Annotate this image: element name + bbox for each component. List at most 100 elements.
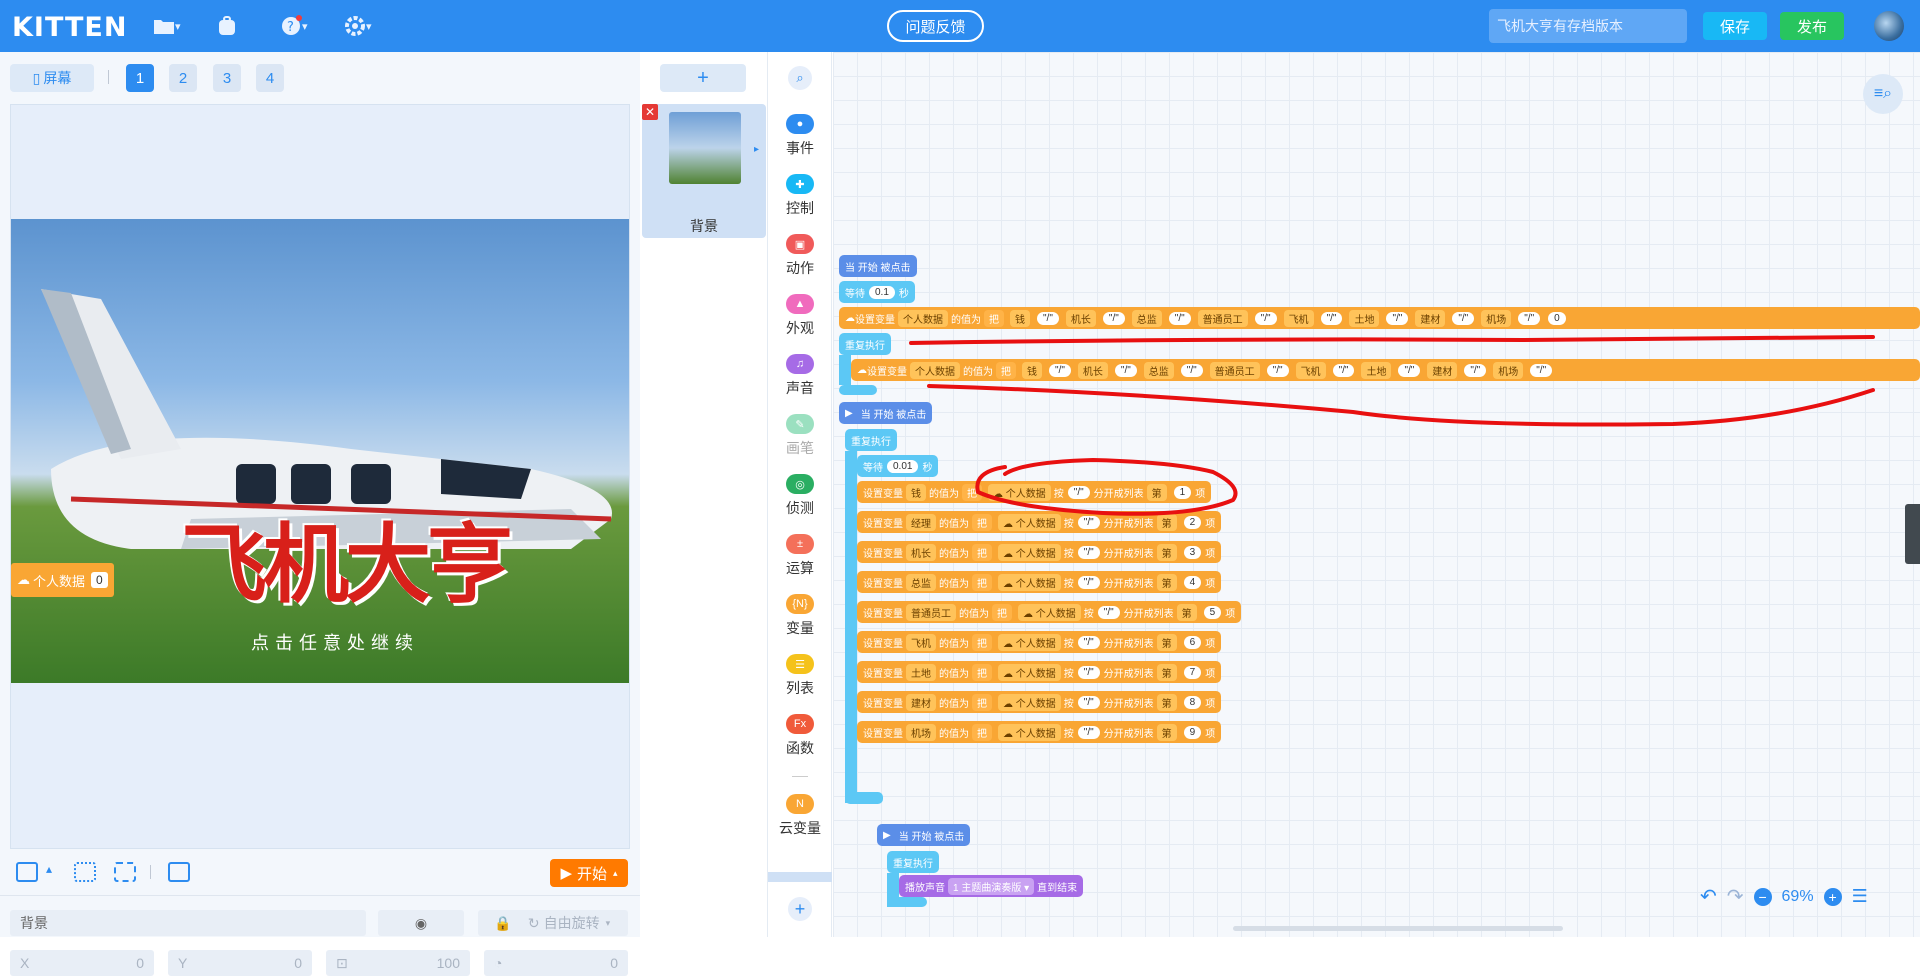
category-variables[interactable]: {N} 变量 [768, 594, 832, 648]
list-item-block[interactable]: 把 [972, 573, 992, 591]
variable-dropdown[interactable]: 个人数据 [910, 361, 960, 379]
join-item[interactable]: "/" [1114, 363, 1137, 377]
index-dropdown[interactable]: 第 [1156, 513, 1177, 531]
list-item-block[interactable]: 把 [972, 543, 992, 561]
category-operators[interactable]: ± 运算 [768, 534, 832, 588]
separator-value[interactable]: "/" [1077, 545, 1100, 559]
data-variable-reporter[interactable]: ☁ 个人数据 [998, 513, 1061, 531]
separator-value[interactable]: "/" [1077, 575, 1100, 589]
index-dropdown[interactable]: 第 [1146, 483, 1167, 501]
separator-value[interactable]: "/" [1097, 605, 1120, 619]
zoom-out-button[interactable]: − [1753, 887, 1772, 906]
index-dropdown[interactable]: 第 [1156, 693, 1177, 711]
set-variable-split-block[interactable]: 设置变量 土地 的值为把 ☁ 个人数据按 "/" 分开成列表第 7 项 [857, 661, 1222, 683]
undo-icon[interactable]: ↶ [1700, 884, 1717, 909]
sprite-card[interactable]: ✕ ▸ 背景 [642, 104, 766, 238]
grid-icon[interactable] [74, 862, 96, 882]
variable-dropdown[interactable]: 飞机 [906, 633, 936, 651]
sprite-name-field[interactable]: 背景 [10, 910, 366, 936]
variable-monitor[interactable]: ☁ 个人数据 0 [11, 563, 114, 597]
user-avatar[interactable] [1874, 11, 1904, 41]
add-extension-button[interactable]: + [788, 897, 812, 921]
set-variable-split-block[interactable]: 设置变量 总监 的值为把 ☁ 个人数据按 "/" 分开成列表第 4 项 [857, 571, 1222, 593]
data-variable-reporter[interactable]: ☁ 个人数据 [998, 633, 1061, 651]
separator-value[interactable]: "/" [1077, 515, 1100, 529]
join-item[interactable]: 机长 [1065, 309, 1096, 327]
settings-gear-icon[interactable]: ▾ [344, 14, 378, 38]
set-variable-split-block[interactable]: 设置变量钱的值为把 ☁ 个人数据按 "/" 分开成列表第 1 项 [857, 481, 1212, 503]
list-item-block[interactable]: 把 [992, 603, 1012, 621]
list-item-block[interactable]: 把 [962, 483, 982, 501]
join-item[interactable]: "/" [1452, 311, 1475, 325]
join-item[interactable]: 飞机 [1283, 309, 1314, 327]
index-dropdown[interactable]: 第 [1156, 573, 1177, 591]
join-item[interactable]: 总监 [1143, 361, 1174, 379]
category-pen[interactable]: ✎ 画笔 [768, 414, 832, 468]
add-sprite-button[interactable]: + [660, 64, 746, 92]
index-value[interactable]: 6 [1183, 635, 1202, 649]
list-item-block[interactable]: 把 [972, 693, 992, 711]
separator-value[interactable]: "/" [1077, 725, 1100, 739]
category-sensing[interactable]: ◎ 侦测 [768, 474, 832, 528]
category-events[interactable]: ● 事件 [768, 114, 832, 168]
caret-up-icon[interactable]: ▴ [46, 862, 52, 876]
index-value[interactable]: 8 [1183, 695, 1202, 709]
index-dropdown[interactable]: 第 [1156, 543, 1177, 561]
forever-block[interactable]: 重复执行 [839, 333, 891, 355]
feedback-button[interactable]: 问题反馈 [887, 10, 984, 42]
index-dropdown[interactable]: 第 [1176, 603, 1197, 621]
separator-value[interactable]: "/" [1077, 635, 1100, 649]
stage-background-image[interactable]: 飞机大亨 点击任意处继续 [11, 219, 629, 683]
stage-canvas[interactable]: 飞机大亨 点击任意处继续 ☁ 个人数据 0 [10, 104, 630, 849]
data-variable-reporter[interactable]: ☁ 个人数据 [988, 483, 1051, 501]
data-variable-reporter[interactable]: ☁ 个人数据 [1018, 603, 1081, 621]
join-item[interactable]: "/" [1398, 363, 1421, 377]
set-variable-block[interactable]: ☁ 设置变量 个人数据 的值为 把 钱 "/" 机长 "/" 总监 "/" 普通员工 "… [851, 359, 1920, 381]
wait-block[interactable]: 等待 0.01 秒 [857, 455, 939, 477]
join-item[interactable]: "/" [1518, 311, 1541, 325]
separator-value[interactable]: "/" [1067, 485, 1090, 499]
list-item-block[interactable]: 把 [972, 663, 992, 681]
y-position-field[interactable]: Y0 [168, 950, 312, 976]
visibility-eye-icon[interactable]: ◉ [378, 910, 464, 936]
close-icon[interactable]: ✕ [642, 104, 658, 120]
join-item[interactable]: "/" [1266, 363, 1289, 377]
when-start-clicked-block[interactable]: ▶ 当 开始 被点击 [877, 824, 971, 846]
variable-dropdown[interactable]: 土地 [906, 663, 936, 681]
join-item[interactable]: 总监 [1131, 309, 1162, 327]
join-item[interactable]: "/" [1037, 311, 1059, 325]
redo-icon[interactable]: ↷ [1727, 884, 1744, 909]
set-variable-split-block[interactable]: 设置变量 建材 的值为把 ☁ 个人数据按 "/" 分开成列表第 8 项 [857, 691, 1222, 713]
save-button[interactable]: 保存 [1703, 12, 1767, 40]
join-item[interactable]: 机长 [1077, 361, 1108, 379]
index-value[interactable]: 2 [1183, 515, 1202, 529]
stage-size-icon[interactable] [16, 862, 38, 882]
data-variable-reporter[interactable]: ☁ 个人数据 [998, 693, 1061, 711]
forever-block[interactable]: 重复执行 [845, 429, 897, 451]
page-tab-3[interactable]: 3 [213, 64, 241, 92]
data-variable-reporter[interactable]: ☁ 个人数据 [998, 543, 1061, 561]
when-start-clicked-block[interactable]: ▶ 当 开始 被点击 [839, 402, 933, 424]
join-item[interactable]: "/" [1254, 311, 1277, 325]
variable-dropdown[interactable]: 机场 [906, 723, 936, 741]
zoom-in-button[interactable]: + [1823, 887, 1842, 906]
index-value[interactable]: 9 [1183, 725, 1202, 739]
play-sound-until-done-block[interactable]: 播放声音 1 主题曲演奏版 ▾ 直到结束 [899, 875, 1084, 897]
category-sound[interactable]: ♫ 声音 [768, 354, 832, 408]
index-value[interactable]: 7 [1183, 665, 1202, 679]
backpack-icon[interactable] [216, 14, 250, 38]
rotation-mode-select[interactable]: ↻ 自由旋转 ▾ [510, 910, 628, 936]
category-motion[interactable]: ▣ 动作 [768, 234, 832, 288]
separator-value[interactable]: "/" [1077, 695, 1100, 709]
wait-value[interactable]: 0.1 [869, 285, 895, 299]
screen-toggle-button[interactable]: ▯ 屏幕 [10, 64, 94, 92]
page-tab-1[interactable]: 1 [126, 64, 154, 92]
index-dropdown[interactable]: 第 [1156, 723, 1177, 741]
join-item[interactable]: 机场 [1481, 309, 1512, 327]
variable-dropdown[interactable]: 总监 [906, 573, 936, 591]
join-item[interactable]: 飞机 [1295, 361, 1326, 379]
index-dropdown[interactable]: 第 [1156, 663, 1177, 681]
sound-dropdown[interactable]: 1 主题曲演奏版 ▾ [948, 877, 1035, 895]
list-item-block[interactable]: 把 [972, 723, 992, 741]
search-icon[interactable]: ⌕ [788, 66, 812, 90]
